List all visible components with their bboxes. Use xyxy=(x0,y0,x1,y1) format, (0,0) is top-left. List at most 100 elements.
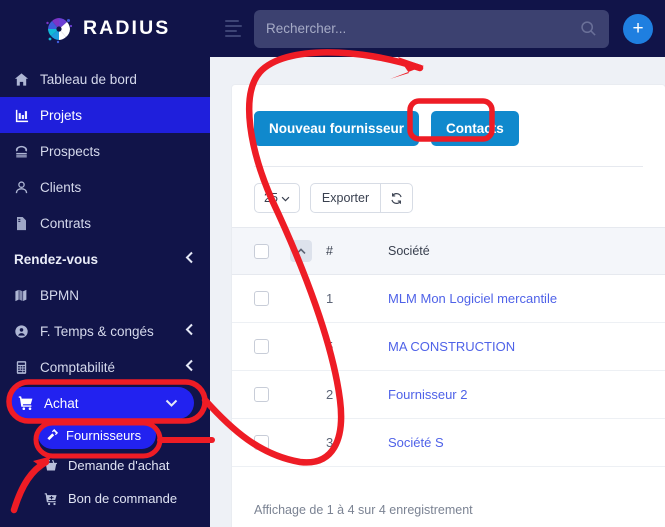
row-spacer-cell xyxy=(290,322,326,371)
sidebar-item-label: Contrats xyxy=(40,215,92,231)
hamburger-icon[interactable] xyxy=(222,18,244,40)
sidebar-item-clients[interactable]: Clients xyxy=(0,169,210,205)
user-icon xyxy=(14,180,40,195)
compass-pinwheel-logo xyxy=(44,14,74,44)
row-societe-cell: MLM Mon Logiciel mercantile xyxy=(388,274,665,323)
sidebar: RADIUS Tableau de bord Projets Prospects xyxy=(0,0,210,527)
page-size-select[interactable]: 25 xyxy=(254,183,300,213)
table-row[interactable]: 2 Fournisseur 2 xyxy=(232,370,665,419)
home-icon xyxy=(14,72,40,87)
table-head: # Société xyxy=(232,227,665,275)
table-toolbar: 25 Exporter xyxy=(232,167,665,227)
table-row[interactable]: 3 Société S xyxy=(232,418,665,467)
column-header-societe[interactable]: Société xyxy=(388,227,665,275)
sidebar-item-rendez-vous[interactable]: Rendez-vous xyxy=(0,241,210,277)
table-body: 1 MLM Mon Logiciel mercantile 5 MA CONST… xyxy=(232,274,665,467)
societe-link[interactable]: Fournisseur 2 xyxy=(388,387,467,402)
chevron-down-icon[interactable] xyxy=(165,396,178,411)
sidebar-item-contrats[interactable]: Contrats xyxy=(0,205,210,241)
table-row[interactable]: 1 MLM Mon Logiciel mercantile xyxy=(232,274,665,323)
action-button-row: Nouveau fournisseur Contacts xyxy=(232,111,665,166)
shopping-cart-icon xyxy=(18,395,44,411)
row-num: 2 xyxy=(326,370,388,419)
page-size-value: 25 xyxy=(264,191,278,205)
sidebar-item-f-temps-conges[interactable]: F. Temps & congés xyxy=(0,313,210,349)
sidebar-item-bon-de-commande[interactable]: Bon de commande xyxy=(0,482,210,515)
search-input[interactable] xyxy=(266,21,580,36)
sidebar-item-bpmn[interactable]: BPMN xyxy=(0,277,210,313)
societe-link[interactable]: Société S xyxy=(388,435,444,450)
row-checkbox[interactable] xyxy=(254,435,269,450)
sidebar-item-comptabilite[interactable]: Comptabilité xyxy=(0,349,210,385)
societe-link[interactable]: MLM Mon Logiciel mercantile xyxy=(388,291,557,306)
content-area: Nouveau fournisseur Contacts 25 Exporter xyxy=(210,57,665,527)
row-societe-cell: Société S xyxy=(388,418,665,467)
row-societe-cell: MA CONSTRUCTION xyxy=(388,322,665,371)
chart-down-icon xyxy=(14,108,40,123)
sidebar-item-label: Rendez-vous xyxy=(14,251,99,267)
row-spacer-cell xyxy=(290,370,326,419)
search-icon[interactable] xyxy=(580,20,597,37)
row-checkbox[interactable] xyxy=(254,387,269,402)
new-supplier-button[interactable]: Nouveau fournisseur xyxy=(254,111,420,146)
sidebar-item-label: Comptabilité xyxy=(40,359,116,375)
sidebar-item-label: Achat xyxy=(44,395,79,411)
suppliers-card: Nouveau fournisseur Contacts 25 Exporter xyxy=(232,85,665,527)
table-row[interactable]: 5 MA CONSTRUCTION xyxy=(232,322,665,371)
sidebar-item-label: BPMN xyxy=(40,287,80,303)
row-societe-cell: Fournisseur 2 xyxy=(388,370,665,419)
row-select-cell xyxy=(232,274,290,323)
sidebar-subitem-label: Fournisseurs xyxy=(66,427,142,443)
add-button[interactable]: + xyxy=(623,13,653,44)
sidebar-item-achat[interactable]: Achat xyxy=(8,387,194,419)
app-root: RADIUS Tableau de bord Projets Prospects xyxy=(0,0,665,527)
sidebar-item-tableau-de-bord[interactable]: Tableau de bord xyxy=(0,61,210,97)
chevron-down-icon xyxy=(281,191,290,205)
record-count-label: Affichage de 1 à 4 sur 4 enregistrement xyxy=(254,503,473,517)
export-button[interactable]: Exporter xyxy=(309,183,381,213)
sidebar-item-demande-achat[interactable]: Demande d'achat xyxy=(0,449,210,482)
chevron-left-icon xyxy=(185,323,194,339)
hammer-icon xyxy=(46,428,66,442)
main-area: + Nouveau fournisseur Contacts 25 xyxy=(210,0,665,527)
row-checkbox[interactable] xyxy=(254,339,269,354)
basket-icon xyxy=(44,459,68,473)
row-select-cell xyxy=(232,370,290,419)
row-checkbox[interactable] xyxy=(254,291,269,306)
contacts-button[interactable]: Contacts xyxy=(431,111,519,146)
sidebar-item-label: Clients xyxy=(40,179,82,195)
row-num: 1 xyxy=(326,274,388,323)
brand-name: RADIUS xyxy=(83,17,171,39)
sidebar-item-label: Prospects xyxy=(40,143,101,159)
telephone-icon xyxy=(14,144,40,159)
sidebar-item-fournisseurs[interactable]: Fournisseurs xyxy=(38,421,156,449)
collapse-header xyxy=(290,227,326,275)
sidebar-item-label: Tableau de bord xyxy=(40,71,137,87)
sidebar-subitem-label: Demande d'achat xyxy=(68,458,170,473)
document-icon xyxy=(14,216,40,231)
select-all-header xyxy=(232,227,290,275)
search-box[interactable] xyxy=(254,9,609,48)
row-num: 3 xyxy=(326,418,388,467)
sidebar-item-label: Projets xyxy=(40,107,83,123)
table-header-row: # Société xyxy=(232,227,665,275)
topbar: + xyxy=(210,0,665,57)
map-book-icon xyxy=(14,288,40,303)
row-spacer-cell xyxy=(290,418,326,467)
chevron-up-icon[interactable] xyxy=(290,240,312,262)
sidebar-item-prospects[interactable]: Prospects xyxy=(0,133,210,169)
select-all-checkbox[interactable] xyxy=(254,243,269,259)
chevron-left-icon xyxy=(185,359,194,375)
cart-plus-icon xyxy=(44,492,68,506)
suppliers-table: # Société 1 MLM Mon Logiciel mercantile xyxy=(232,227,665,467)
brand: RADIUS xyxy=(0,0,210,57)
sidebar-item-projets[interactable]: Projets xyxy=(0,97,210,133)
row-num: 5 xyxy=(326,322,388,371)
refresh-icon[interactable] xyxy=(380,183,414,213)
row-select-cell xyxy=(232,418,290,467)
sidebar-subitem-label: Bon de commande xyxy=(68,491,178,506)
export-group: Exporter xyxy=(309,183,414,213)
calculator-icon xyxy=(14,360,40,375)
societe-link[interactable]: MA CONSTRUCTION xyxy=(388,339,515,354)
column-header-num[interactable]: # xyxy=(326,227,388,275)
